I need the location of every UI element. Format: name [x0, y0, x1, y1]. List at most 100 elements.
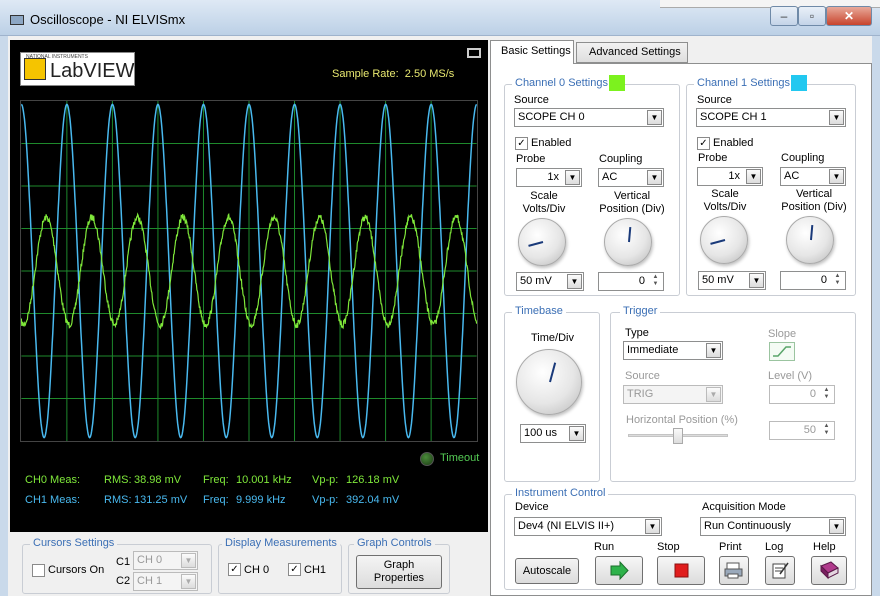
trigger-type-select[interactable]: Immediate ▼ — [623, 341, 723, 360]
trigger-source-value: TRIG — [627, 388, 654, 400]
ch0-scale-select[interactable]: 50 mV ▼ — [516, 272, 584, 291]
ch0-meas-label: CH0 Meas: — [25, 474, 81, 486]
display-ch1-checkbox[interactable]: ✓ — [288, 563, 301, 576]
chevron-down-icon: ▼ — [647, 110, 662, 125]
cursors-on-label: Cursors On — [48, 564, 105, 576]
stop-button[interactable] — [657, 556, 705, 585]
ch0-scale-label-line2: Volts/Div — [522, 203, 566, 215]
run-arrow-icon — [610, 560, 629, 581]
ch0-enabled-checkbox[interactable]: ✓ — [515, 137, 528, 150]
ch0-vpp-label: Vp-p: — [312, 474, 339, 486]
horizontal-position-input[interactable]: 50 ▲ ▼ — [769, 421, 835, 440]
ch1-coupling-select[interactable]: AC ▼ — [780, 167, 846, 186]
ch0-vpos-knob[interactable] — [604, 218, 652, 266]
channel0-settings-title: Channel 0 Settings — [512, 77, 611, 89]
help-button[interactable] — [811, 556, 847, 585]
time-div-label: Time/Div — [531, 332, 574, 344]
spinner-arrows-icon[interactable]: ▲ ▼ — [820, 387, 833, 402]
graph-properties-button[interactable]: Graph Properties — [356, 555, 442, 589]
ch1-scale-select[interactable]: 50 mV ▼ — [698, 271, 766, 290]
log-label: Log — [765, 541, 784, 553]
maximize-button[interactable]: ▫ — [798, 6, 826, 26]
ch0-coupling-value: AC — [602, 171, 618, 183]
graph-grid — [21, 101, 477, 441]
log-notepad-icon — [772, 562, 789, 579]
oscilloscope-graph[interactable] — [20, 100, 478, 442]
restore-graph-icon[interactable] — [467, 48, 481, 58]
time-div-knob[interactable] — [516, 349, 582, 415]
ch1-enabled-label: Enabled — [713, 137, 754, 149]
trigger-slope-label: Slope — [768, 328, 797, 340]
tab-basic-settings[interactable]: Basic Settings — [490, 40, 574, 64]
ch1-scale-knob[interactable] — [700, 216, 748, 264]
trigger-title: Trigger — [620, 305, 661, 317]
print-button[interactable] — [719, 556, 749, 585]
ch1-vpos-knob[interactable] — [786, 216, 834, 264]
ch0-source-label: Source — [514, 94, 549, 106]
autoscale-button[interactable]: Autoscale — [515, 558, 579, 584]
chevron-down-icon: ▼ — [645, 519, 660, 534]
ch0-rms-value: 38.98 mV — [134, 474, 182, 486]
channel1-settings-title: Channel 1 Settings — [694, 77, 793, 89]
trigger-source-select[interactable]: TRIG ▼ — [623, 385, 723, 404]
c2-select[interactable]: CH 1 ▼ — [133, 572, 198, 591]
device-select[interactable]: Dev4 (NI ELVIS II+) ▼ — [514, 517, 662, 536]
tab-advanced-settings[interactable]: Advanced Settings — [576, 42, 688, 63]
ch0-vpos-label: Vertical Position (Div) — [592, 190, 672, 216]
graph-properties-line1: Graph — [383, 559, 415, 571]
window-title: Oscilloscope - NI ELVISmx — [30, 12, 186, 27]
slope-rising-icon[interactable] — [769, 342, 795, 361]
chevron-down-icon: ▼ — [706, 343, 721, 358]
acquisition-mode-value: Run Continuously — [704, 520, 791, 532]
ch1-scale-label-line2: Volts/Div — [703, 201, 747, 213]
ch0-source-select[interactable]: SCOPE CH 0 ▼ — [514, 108, 664, 127]
trigger-level-value: 0 — [809, 388, 816, 400]
ch0-scale-knob[interactable] — [518, 218, 566, 266]
ch1-probe-select[interactable]: 1x ▼ — [697, 167, 763, 186]
chevron-down-icon: ▼ — [565, 170, 580, 185]
ch1-probe-value: 1x — [728, 170, 740, 182]
ch0-freq-value: 10.001 kHz — [236, 474, 292, 486]
display-ch0-checkbox[interactable]: ✓ — [228, 563, 241, 576]
time-div-select[interactable]: 100 us ▼ — [520, 424, 586, 443]
run-label: Run — [594, 541, 615, 553]
ch1-vpos-input[interactable]: 0 ▲ ▼ — [780, 271, 846, 290]
ch0-coupling-select[interactable]: AC ▼ — [598, 168, 664, 187]
spinner-arrows-icon[interactable]: ▲ ▼ — [820, 423, 833, 438]
display-ch1-label: CH1 — [304, 564, 327, 576]
acquisition-mode-select[interactable]: Run Continuously ▼ — [700, 517, 846, 536]
c1-label: C1 — [116, 556, 131, 568]
ch0-freq-label: Freq: — [203, 474, 229, 486]
minimize-button[interactable]: – — [770, 6, 798, 26]
c2-label: C2 — [116, 575, 131, 587]
close-button[interactable]: ✕ — [826, 6, 872, 26]
ch1-scale-label-line1: Scale — [711, 188, 739, 200]
ch0-vpos-input[interactable]: 0 ▲ ▼ — [598, 272, 664, 291]
acquisition-mode-label: Acquisition Mode — [702, 501, 786, 513]
sample-rate-label: Sample Rate: — [332, 68, 399, 80]
channel1-color-swatch — [791, 75, 807, 91]
horizontal-position-thumb[interactable] — [673, 428, 683, 444]
ch1-vpp-label: Vp-p: — [312, 494, 339, 506]
log-button[interactable] — [765, 556, 795, 585]
c1-select[interactable]: CH 0 ▼ — [133, 551, 198, 570]
cursors-on-checkbox[interactable] — [32, 564, 45, 577]
ch0-probe-select[interactable]: 1x ▼ — [516, 168, 582, 187]
ch0-enabled-label: Enabled — [531, 137, 572, 149]
trigger-level-input[interactable]: 0 ▲ ▼ — [769, 385, 835, 404]
ch1-source-select[interactable]: SCOPE CH 1 ▼ — [696, 108, 846, 127]
cursors-settings-title: Cursors Settings — [30, 537, 118, 549]
timeout-indicator-icon — [420, 452, 434, 466]
run-button[interactable] — [595, 556, 643, 585]
horizontal-position-slider[interactable] — [628, 428, 728, 444]
spinner-arrows-icon[interactable]: ▲ ▼ — [649, 274, 662, 289]
ch1-rms-label: RMS: — [104, 494, 132, 506]
ch0-source-value: SCOPE CH 0 — [518, 111, 585, 123]
spinner-arrows-icon[interactable]: ▲ ▼ — [831, 273, 844, 288]
instrument-control-title: Instrument Control — [512, 487, 609, 499]
display-measurements-title: Display Measurements — [222, 537, 340, 549]
chevron-down-icon: ▼ — [706, 387, 721, 402]
ch1-enabled-checkbox[interactable]: ✓ — [697, 137, 710, 150]
c2-value: CH 1 — [137, 575, 163, 587]
ch0-scale-label-line1: Scale — [530, 190, 558, 202]
